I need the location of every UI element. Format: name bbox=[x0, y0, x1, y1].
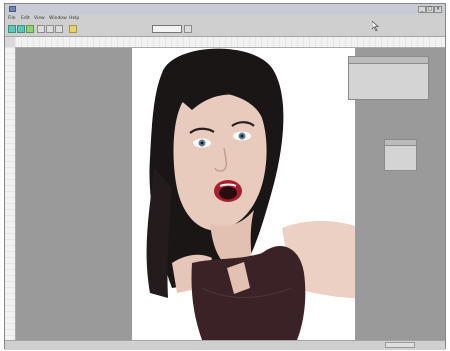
copy-button[interactable] bbox=[46, 25, 54, 33]
app-icon bbox=[9, 6, 16, 12]
menu-window[interactable]: Window bbox=[49, 16, 67, 21]
maximize-button[interactable]: □ bbox=[426, 6, 434, 13]
menu-bar: File Edit View Window Help bbox=[5, 15, 445, 23]
mouse-cursor-icon bbox=[372, 21, 379, 31]
toolbar bbox=[5, 23, 445, 37]
zoom-select[interactable] bbox=[152, 25, 182, 33]
paste-button[interactable] bbox=[55, 25, 63, 33]
vertical-ruler bbox=[5, 47, 16, 340]
open-file-button[interactable] bbox=[17, 25, 25, 33]
status-bar bbox=[5, 340, 445, 350]
cut-button[interactable] bbox=[37, 25, 45, 33]
minimize-button[interactable]: _ bbox=[418, 6, 426, 13]
menu-help[interactable]: Help bbox=[69, 16, 79, 21]
help-button[interactable] bbox=[69, 25, 77, 33]
application-window: _ □ × File Edit View Window Help bbox=[4, 3, 446, 350]
menu-view[interactable]: View bbox=[34, 16, 45, 21]
save-file-button[interactable] bbox=[26, 25, 34, 33]
image-info-panel[interactable] bbox=[348, 56, 429, 100]
new-file-button[interactable] bbox=[8, 25, 16, 33]
menu-edit[interactable]: Edit bbox=[21, 16, 30, 21]
close-button[interactable]: × bbox=[434, 6, 442, 13]
small-panel-titlebar[interactable] bbox=[385, 140, 416, 146]
info-panel-title[interactable] bbox=[349, 57, 428, 64]
menu-file[interactable]: File bbox=[8, 16, 16, 21]
status-field bbox=[385, 342, 415, 348]
horizontal-ruler bbox=[15, 37, 445, 48]
photo-portrait bbox=[146, 48, 355, 340]
image-canvas[interactable] bbox=[132, 48, 355, 340]
small-tool-panel[interactable] bbox=[384, 139, 417, 171]
zoom-tool-button[interactable] bbox=[184, 25, 192, 33]
ruler-corner bbox=[5, 37, 15, 47]
